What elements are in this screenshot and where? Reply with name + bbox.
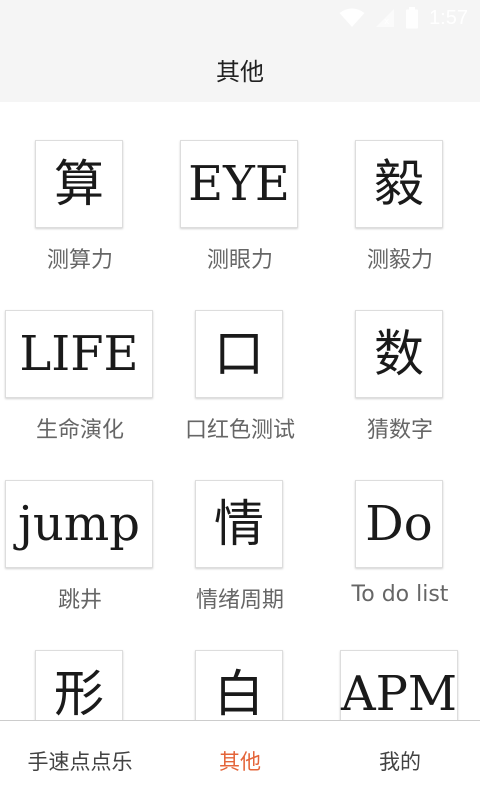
tool-item-apm[interactable]: APM <box>320 612 480 720</box>
tool-tile: 口 <box>195 310 283 398</box>
tab-other[interactable]: 其他 <box>160 721 320 801</box>
tool-item-eyesight[interactable]: EYE 测眼力 <box>160 102 320 273</box>
tool-tile: jump <box>5 480 153 568</box>
tool-item-life[interactable]: LIFE 生命演化 <box>0 272 160 443</box>
tool-item-shape[interactable]: 形 <box>0 612 160 720</box>
tools-grid: 算 测算力 EYE 测眼力 毅 测毅力 LIFE 生命演化 口 口红色测试 数 … <box>0 102 480 720</box>
wifi-icon <box>339 8 365 28</box>
tool-tile: EYE <box>180 140 298 228</box>
tool-tile: 毅 <box>355 140 443 228</box>
tool-label: 生命演化 <box>35 418 124 443</box>
tool-item-jump[interactable]: jump 跳井 <box>0 442 160 613</box>
tool-tile: 数 <box>355 310 443 398</box>
status-icons: x 1:57 <box>339 6 468 30</box>
signal-icon: x <box>375 8 395 28</box>
tool-item-white[interactable]: 白 <box>160 612 320 720</box>
bottom-tab-bar: 手速点点乐 其他 我的 <box>0 720 480 800</box>
tool-label: 情绪周期 <box>195 588 284 613</box>
title-bar: 其他 <box>0 36 480 102</box>
tab-mine[interactable]: 我的 <box>320 721 480 801</box>
tool-item-todo[interactable]: Do To do list <box>320 442 480 612</box>
tool-tile: 白 <box>195 650 283 720</box>
page-title: 其他 <box>216 57 264 86</box>
tool-item-perseverance[interactable]: 毅 测毅力 <box>320 102 480 273</box>
tool-tile: LIFE <box>5 310 153 398</box>
tool-label: 测毅力 <box>366 248 433 273</box>
tool-item-calculation[interactable]: 算 测算力 <box>0 102 160 273</box>
tool-label: 测算力 <box>46 248 113 273</box>
tool-tile: Do <box>355 480 443 568</box>
tool-label: 猜数字 <box>366 418 433 443</box>
status-time: 1:57 <box>429 6 468 29</box>
status-bar: x 1:57 <box>0 0 480 36</box>
battery-icon <box>405 7 419 29</box>
tool-tile: APM <box>340 650 458 720</box>
tool-tile: 形 <box>35 650 123 720</box>
tool-item-guess-number[interactable]: 数 猜数字 <box>320 272 480 443</box>
svg-text:x: x <box>384 17 390 27</box>
tool-item-mood-cycle[interactable]: 情 情绪周期 <box>160 442 320 613</box>
tool-tile: 情 <box>195 480 283 568</box>
tool-label: 跳井 <box>57 588 102 613</box>
tool-tile: 算 <box>35 140 123 228</box>
tool-label: 测眼力 <box>206 248 273 273</box>
tool-item-lipstick[interactable]: 口 口红色测试 <box>160 272 320 443</box>
tool-label: To do list <box>351 582 449 607</box>
tab-speed-tap[interactable]: 手速点点乐 <box>0 721 160 801</box>
tool-label: 口红色测试 <box>184 418 295 443</box>
